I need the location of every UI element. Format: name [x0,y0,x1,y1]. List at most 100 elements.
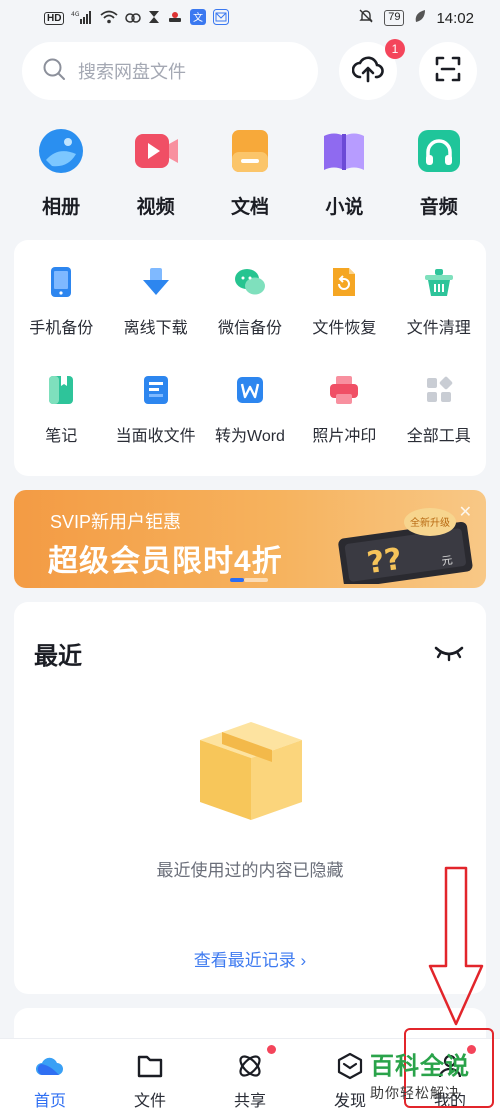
search-placeholder: 搜索网盘文件 [78,62,186,82]
leaf-icon [414,9,426,27]
tool-word-convert[interactable]: 转为Word [203,374,297,482]
tool-label: 当面收文件 [115,428,196,445]
tool-label: 照片冲印 [312,428,377,445]
receive-file-icon [143,376,168,404]
watermark-title: 百科全说 [370,1053,470,1080]
tool-label: 全部工具 [406,428,471,445]
svip-ticket-illustration: ?? 元 全新升级 [338,508,473,584]
share-icon [239,1055,261,1077]
discover-icon [337,1052,363,1080]
status-left-icons: HD 4G 文 [44,8,230,28]
tool-label: 转为Word [215,428,285,445]
banner-pagination [230,578,268,582]
recent-card: 最近 最近使用过的内容已隐藏 查看最近记录 › [14,602,486,994]
tool-label: 笔记 [45,428,78,445]
all-tools-icon [426,376,453,402]
status-bar: HD 4G 文 79 14:02 [0,0,500,36]
quick-entry-label: 小说 [325,197,364,218]
quick-entry-label: 音频 [419,197,458,218]
mute-bell-icon [358,8,374,28]
tool-wechat-backup[interactable]: 微信备份 [203,266,297,374]
cloud-icon [125,11,142,26]
recent-title: 最近 [34,643,82,670]
quick-entry-label: 相册 [42,197,81,218]
tab-files[interactable]: 文件 [110,1051,190,1111]
watermark-logo: 百科全说 助你轻松解决 [370,1046,494,1104]
ticket-text: ?? [365,542,404,582]
upload-button[interactable]: 1 [339,39,405,100]
scan-button[interactable] [419,42,477,100]
tab-share[interactable]: 共享 [210,1045,290,1111]
wifi-icon [100,10,119,27]
signal-icon: 4G [71,10,93,27]
quick-entry-video[interactable]: 视频 [118,128,194,219]
svip-promo-banner[interactable]: SVIP新用户钜惠 超级会员限时4折 ?? 元 全新升级 ✕ [14,490,486,588]
tool-label: 微信备份 [217,320,282,337]
document-icon [231,130,268,172]
tool-note[interactable]: 笔记 [14,374,108,482]
ticket-unit: 元 [441,554,454,568]
tab-label: 首页 [33,1093,66,1110]
pagination-dot-active [230,578,244,582]
quick-entry-label: 视频 [136,197,175,218]
quick-entry-row: 相册 视频 文档 小说 音频 [0,128,500,219]
note-icon [49,376,74,404]
hidden-eye-icon[interactable] [434,640,464,664]
wechat-backup-icon [234,269,265,295]
photo-print-icon [330,376,359,404]
tool-photo-print[interactable]: 照片冲印 [297,374,391,482]
headphone-icon [417,130,460,172]
battery-indicator: 79 [384,10,405,26]
search-input[interactable]: 搜索网盘文件 [22,42,318,100]
quick-entry-album[interactable]: 相册 [23,128,99,219]
banner-subtitle: SVIP新用户钜惠 [50,512,182,532]
translate-icon: 文 [190,8,207,28]
watermark-subtitle: 助你轻松解决 [370,1085,460,1101]
search-icon [42,57,66,86]
quick-entry-document[interactable]: 文档 [212,128,288,219]
phone-backup-icon [51,267,72,297]
view-recent-link[interactable]: 查看最近记录 › [14,946,486,971]
tool-phone-backup[interactable]: 手机备份 [14,266,108,374]
file-clean-icon [424,269,453,296]
word-convert-icon [236,377,263,403]
tool-file-clean[interactable]: 文件清理 [392,266,486,374]
banner-close-icon[interactable]: ✕ [459,502,472,522]
banner-title: 超级会员限时4折 [48,545,283,578]
cloud-upload-icon [351,55,384,88]
hourglass-icon [148,10,160,27]
novel-book-icon [324,133,365,170]
tab-home[interactable]: 首页 [10,1051,90,1111]
tab-label: 共享 [233,1093,266,1110]
tool-label: 离线下载 [123,320,188,337]
quick-entry-novel[interactable]: 小说 [306,128,382,219]
tool-file-restore[interactable]: 文件恢复 [297,266,391,374]
mail-icon [213,8,230,28]
empty-state-text: 最近使用过的内容已隐藏 [156,861,344,880]
tool-label: 文件恢复 [312,320,377,337]
tool-label: 文件清理 [406,320,471,337]
tool-all-tools[interactable]: 全部工具 [392,374,486,482]
video-icon [134,134,178,168]
quick-entry-audio[interactable]: 音频 [401,128,477,219]
tools-grid: 手机备份 离线下载 微信备份 文件恢复 文件清理 笔记 当面收文件 转为Word… [14,240,486,482]
home-cloud-icon [36,1057,63,1075]
tools-card: 手机备份 离线下载 微信备份 文件恢复 文件清理 笔记 当面收文件 转为Word… [14,240,486,476]
folder-icon [137,1055,163,1078]
tab-label: 文件 [133,1093,166,1110]
tool-label: 手机备份 [29,320,94,337]
red-annotation-arrow [428,866,484,1026]
empty-box-illustration [200,722,302,820]
offline-download-icon [142,268,169,295]
upload-badge: 1 [385,39,405,59]
quick-entry-label: 文档 [230,197,269,218]
photo-album-icon [39,129,84,173]
banner-tag: 全新升级 [410,516,450,529]
tool-offline-download[interactable]: 离线下载 [108,266,202,374]
tool-receive-file[interactable]: 当面收文件 [108,374,202,482]
svg-text:4G: 4G [71,11,80,18]
pagination-dot [244,578,268,582]
scan-icon [434,55,462,88]
file-restore-icon [333,268,356,296]
hd-icon: HD [44,11,65,25]
